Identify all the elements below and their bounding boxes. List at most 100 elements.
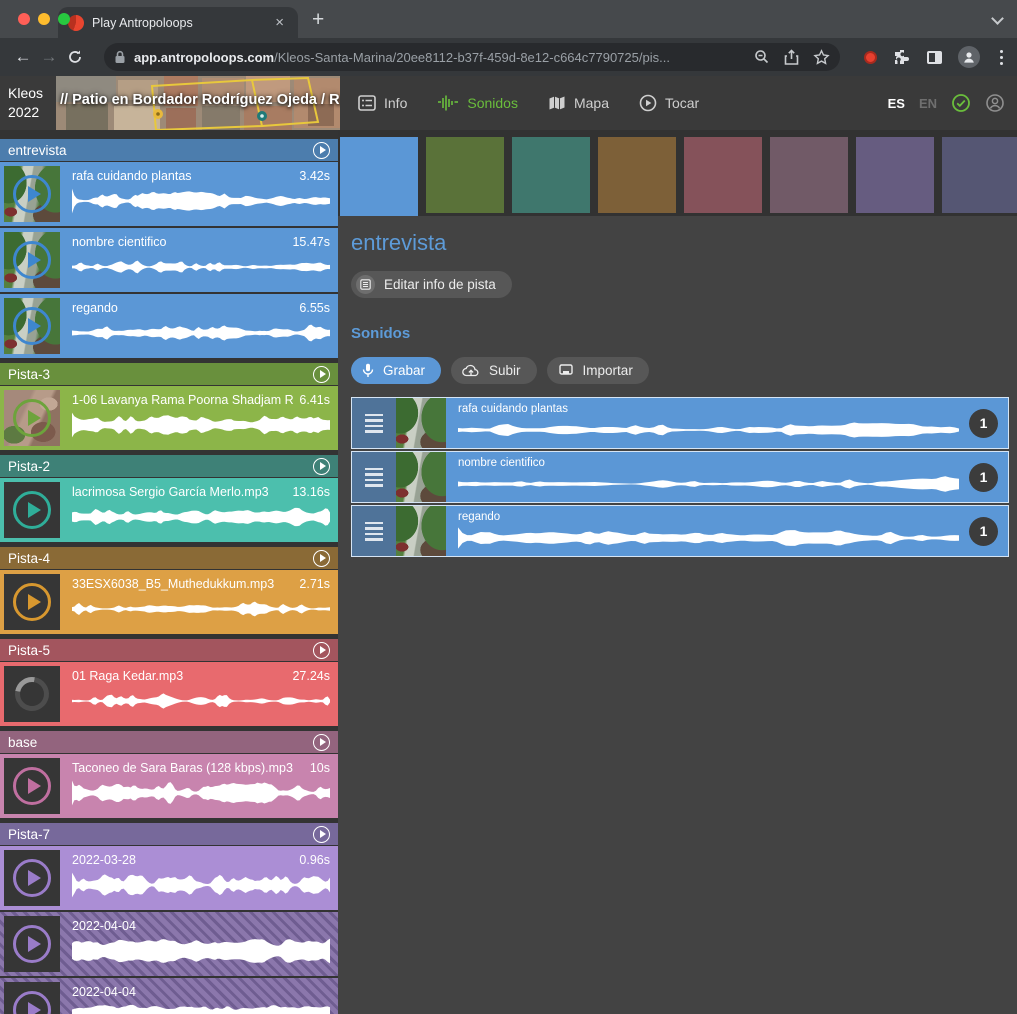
tab-close-icon[interactable]: × — [271, 13, 288, 32]
sound-thumbnail[interactable] — [396, 506, 446, 556]
back-button[interactable]: ← — [10, 44, 36, 70]
zoom-window-button[interactable] — [58, 13, 70, 25]
track-block-base[interactable] — [770, 137, 848, 213]
sound-row[interactable]: rafa cuidando plantas 1 — [351, 397, 1009, 449]
profile-avatar[interactable] — [958, 46, 980, 68]
sidebar-sound-processing[interactable]: 2022-04-04 — [0, 912, 338, 976]
sound-thumbnail[interactable] — [4, 232, 60, 288]
tab-sonidos[interactable]: Sonidos — [437, 95, 518, 111]
track-header[interactable]: Pista-7 — [0, 823, 338, 845]
sound-thumbnail[interactable] — [4, 390, 60, 446]
play-track-icon[interactable] — [313, 142, 330, 159]
account-icon[interactable] — [985, 93, 1005, 113]
play-sound-icon[interactable] — [406, 408, 436, 438]
sidebar-sound[interactable]: nombre cientifico15.47s — [0, 228, 338, 292]
track-block-pista-2[interactable] — [512, 137, 590, 213]
track-block-pista-7[interactable] — [856, 137, 934, 213]
track-block-8[interactable] — [942, 137, 1017, 213]
track-header[interactable]: Pista-3 — [0, 363, 338, 385]
browser-tab[interactable]: Play Antropoloops × — [58, 7, 298, 38]
import-button[interactable]: Importar — [547, 357, 649, 384]
sidebar-sound-processing[interactable]: 2022-04-04 — [0, 978, 338, 1014]
play-sound-icon[interactable] — [406, 516, 436, 546]
play-sound-icon[interactable] — [13, 991, 51, 1014]
side-panel-icon[interactable] — [927, 51, 942, 64]
minimize-window-button[interactable] — [38, 13, 50, 25]
sound-thumbnail[interactable] — [4, 298, 60, 354]
play-sound-icon[interactable] — [406, 462, 436, 492]
sound-thumbnail[interactable] — [4, 850, 60, 906]
track-header[interactable]: base — [0, 731, 338, 753]
tab-info[interactable]: Info — [358, 95, 407, 111]
sound-title: regando — [72, 301, 293, 315]
upload-button[interactable]: Subir — [451, 357, 537, 384]
lang-en[interactable]: EN — [919, 96, 937, 111]
sound-thumbnail[interactable] — [4, 166, 60, 222]
play-sound-icon[interactable] — [13, 925, 51, 963]
sidebar-sound[interactable]: lacrimosa Sergio García Merlo.mp313.16s — [0, 478, 338, 542]
track-header[interactable]: entrevista — [0, 139, 338, 161]
sound-thumbnail[interactable] — [396, 398, 446, 448]
sound-thumbnail[interactable] — [4, 482, 60, 538]
new-tab-button[interactable]: + — [312, 8, 324, 32]
sound-thumbnail[interactable] — [396, 452, 446, 502]
lang-es[interactable]: ES — [888, 96, 905, 111]
drag-handle[interactable] — [352, 398, 396, 448]
track-header[interactable]: Pista-4 — [0, 547, 338, 569]
sidebar-sound[interactable]: 2022-03-280.96s — [0, 846, 338, 910]
play-track-icon[interactable] — [313, 826, 330, 843]
play-track-icon[interactable] — [313, 550, 330, 567]
play-track-icon[interactable] — [313, 642, 330, 659]
hamburger-icon — [365, 522, 383, 541]
drag-handle[interactable] — [352, 506, 396, 556]
play-sound-icon[interactable] — [13, 583, 51, 621]
sidebar-sound[interactable]: Taconeo de Sara Baras (128 kbps).mp310s — [0, 754, 338, 818]
sidebar-sound[interactable]: 01 Raga Kedar.mp327.24s — [0, 662, 338, 726]
tab-mapa[interactable]: Mapa — [548, 95, 609, 111]
tab-tocar[interactable]: Tocar — [639, 94, 699, 112]
track-block-pista-3[interactable] — [426, 137, 504, 213]
browser-menu-icon[interactable] — [996, 50, 1007, 65]
track-header[interactable]: Pista-5 — [0, 639, 338, 661]
sidebar-sound[interactable]: rafa cuidando plantas3.42s — [0, 162, 338, 226]
map-thumbnail[interactable]: // Patio en Bordador Rodríguez Ojeda / R… — [56, 76, 340, 130]
play-sound-icon[interactable] — [13, 241, 51, 279]
tab-search-chevron-icon[interactable] — [993, 12, 1003, 22]
record-button[interactable]: Grabar — [351, 357, 441, 384]
drag-handle[interactable] — [352, 452, 396, 502]
zoom-out-icon[interactable] — [754, 49, 770, 65]
extensions-puzzle-icon[interactable] — [893, 48, 911, 66]
recording-extension-icon[interactable] — [864, 51, 877, 64]
forward-button[interactable]: → — [36, 44, 62, 70]
app-header: Kleos 2022 — [0, 76, 1017, 130]
play-sound-icon[interactable] — [13, 491, 51, 529]
track-block-entrevista[interactable] — [340, 137, 418, 216]
play-sound-icon[interactable] — [13, 859, 51, 897]
track-block-pista-5[interactable] — [684, 137, 762, 213]
sidebar-sound[interactable]: 33ESX6038_B5_Muthedukkum.mp32.71s — [0, 570, 338, 634]
sound-thumbnail[interactable] — [4, 982, 60, 1014]
close-window-button[interactable] — [18, 13, 30, 25]
play-track-icon[interactable] — [313, 734, 330, 751]
play-sound-icon[interactable] — [13, 175, 51, 213]
reload-button[interactable] — [62, 44, 88, 70]
edit-track-info-button[interactable]: Editar info de pista — [351, 271, 512, 298]
play-sound-icon[interactable] — [13, 399, 51, 437]
play-sound-icon[interactable] — [13, 767, 51, 805]
url-bar[interactable]: app.antropoloops.com/Kleos-Santa-Marina/… — [104, 43, 840, 71]
track-block-pista-4[interactable] — [598, 137, 676, 213]
sound-thumbnail[interactable] — [4, 666, 60, 722]
play-track-icon[interactable] — [313, 458, 330, 475]
bookmark-star-icon[interactable] — [813, 49, 830, 66]
share-icon[interactable] — [784, 49, 799, 66]
sidebar-sound[interactable]: regando6.55s — [0, 294, 338, 358]
play-track-icon[interactable] — [313, 366, 330, 383]
sound-thumbnail[interactable] — [4, 758, 60, 814]
sound-thumbnail[interactable] — [4, 574, 60, 630]
play-sound-icon[interactable] — [13, 307, 51, 345]
sound-row[interactable]: regando 1 — [351, 505, 1009, 557]
sound-thumbnail[interactable] — [4, 916, 60, 972]
sidebar-sound[interactable]: 1-06 Lavanya Rama Poorna Shadjam Rupak..… — [0, 386, 338, 450]
track-header[interactable]: Pista-2 — [0, 455, 338, 477]
sound-row[interactable]: nombre cientifico 1 — [351, 451, 1009, 503]
